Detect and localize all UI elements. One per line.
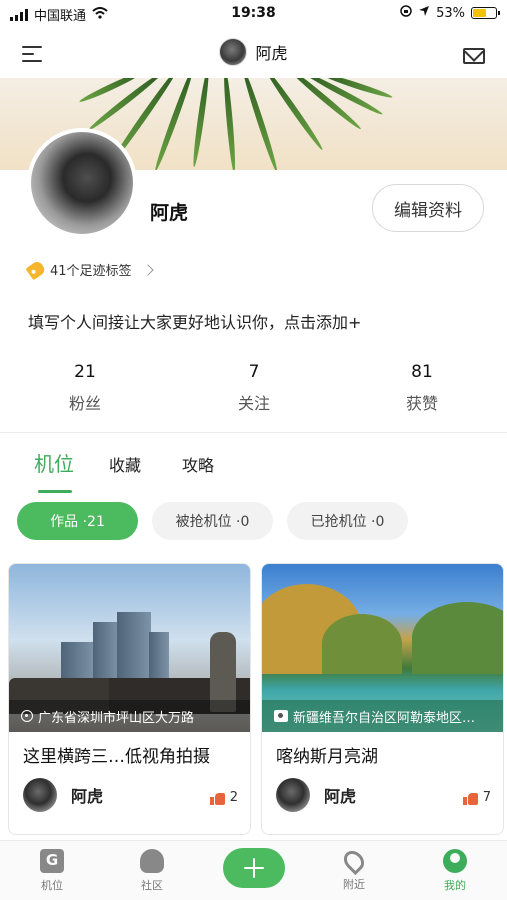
profile-stats: 21 粉丝 7 关注 81 获赞 [0,362,507,418]
community-icon [140,849,164,873]
status-bar: 中国联通 19:38 53% [0,0,507,28]
spot-location-text: 新疆维吾尔自治区阿勒泰地区… [293,710,476,726]
nav-community[interactable]: 社区 [112,849,192,893]
like-button[interactable]: 7 [462,790,491,805]
spot-photo: 广东省深圳市坪山区大万路 [9,564,250,732]
stat-following[interactable]: 7 关注 [194,362,314,414]
author-avatar [276,778,310,812]
author-name: 阿虎 [71,787,104,806]
tab-favorites[interactable]: 收藏 [109,452,141,476]
filter-works[interactable]: 作品 ·21 [17,502,138,540]
active-tab-indicator [38,490,72,493]
edit-profile-button[interactable]: 编辑资料 [372,184,484,232]
battery-percent: 53% [436,5,465,21]
filter-taken-spots[interactable]: 被抢机位 ·0 [152,502,273,540]
battery-icon [471,7,500,19]
stat-label: 关注 [237,394,270,413]
spot-author[interactable]: 阿虎 [276,778,356,812]
profile-name: 阿虎 [150,202,189,224]
camera-icon [274,710,288,722]
author-name: 阿虎 [324,787,357,806]
status-right: 53% [400,5,500,21]
nav-spots[interactable]: 机位 [12,849,92,893]
nav-label: 我的 [444,879,466,892]
like-count: 7 [482,790,491,805]
profile-icon [443,849,467,873]
header-username: 阿虎 [255,44,288,63]
author-avatar [23,778,57,812]
spot-title: 这里横跨三…低视角拍摄 [23,747,210,767]
nav-label: 机位 [41,879,63,892]
thumbs-up-icon [462,791,479,805]
spot-location-text: 广东省深圳市坪山区大万路 [38,710,195,726]
location-pin-icon [21,710,33,722]
footprint-tags-link[interactable]: 41个足迹标签 [25,259,154,280]
section-divider [0,432,507,433]
stat-label: 粉丝 [68,394,101,413]
thumbs-up-icon [209,791,226,805]
spot-title: 喀纳斯月亮湖 [276,747,378,767]
footprint-tags-label: 41个足迹标签 [50,264,132,279]
top-header: 阿虎 [0,28,507,78]
tab-spots[interactable]: 机位 [34,448,74,477]
stat-label: 获赞 [405,394,438,413]
stat-value: 21 [74,362,96,382]
like-count: 2 [229,790,238,805]
spot-card[interactable]: 新疆维吾尔自治区阿勒泰地区… 喀纳斯月亮湖 阿虎 7 [261,563,504,835]
nav-me[interactable]: 我的 [415,849,495,893]
orientation-lock-icon [400,5,412,21]
bio-placeholder[interactable]: 填写个人间接让大家更好地认识你，点击添加+ [28,309,361,333]
location-pin-icon [339,846,369,876]
location-arrow-icon [418,5,430,21]
content-tabs: 机位 收藏 攻略 [0,448,507,494]
header-avatar [219,38,248,66]
spot-location: 新疆维吾尔自治区阿勒泰地区… [262,700,503,732]
spot-location: 广东省深圳市坪山区大万路 [9,700,250,732]
nav-nearby[interactable]: 附近 [314,846,394,892]
spot-author[interactable]: 阿虎 [23,778,103,812]
nav-label: 附近 [343,878,365,891]
filter-grabbed-spots[interactable]: 已抢机位 ·0 [287,502,408,540]
header-user: 阿虎 [0,38,507,66]
stat-likes[interactable]: 81 获赞 [362,362,482,414]
chevron-right-icon [141,263,154,276]
tab-guides[interactable]: 攻略 [182,452,214,476]
spot-card[interactable]: 广东省深圳市坪山区大万路 这里横跨三…低视角拍摄 阿虎 2 [8,563,251,835]
mail-icon[interactable] [463,48,485,64]
spot-photo: 新疆维吾尔自治区阿勒泰地区… [262,564,503,732]
nav-label: 社区 [141,879,163,892]
stat-value: 7 [248,362,260,382]
stat-followers[interactable]: 21 粉丝 [25,362,145,414]
tag-icon [25,259,47,280]
like-button[interactable]: 2 [209,790,238,805]
add-post-button[interactable] [223,848,285,888]
spots-icon [40,849,64,873]
profile-avatar[interactable] [27,128,137,238]
stat-value: 81 [411,362,433,382]
